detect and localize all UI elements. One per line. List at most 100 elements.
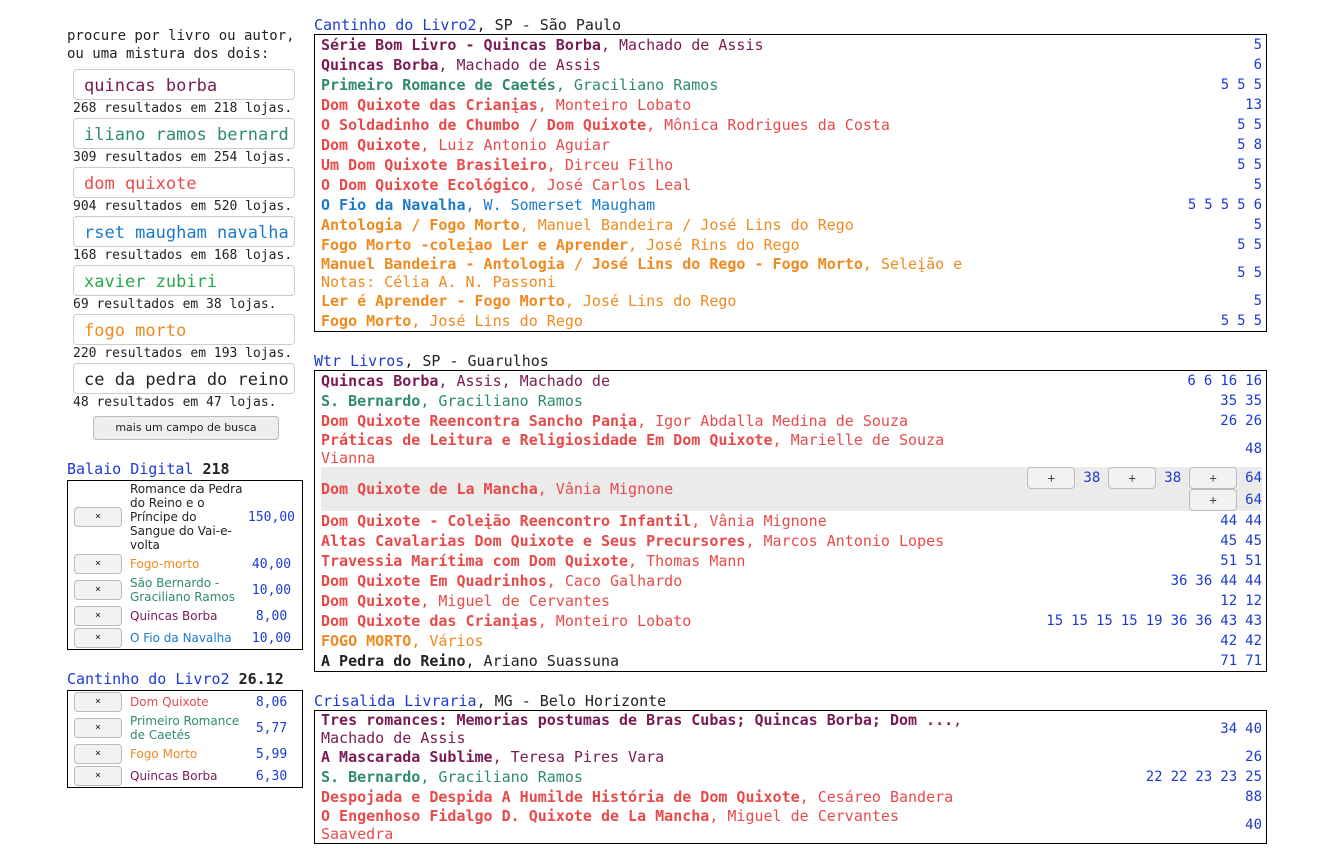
price-link[interactable]: 5 [1254,265,1262,281]
price-link[interactable]: 26 [1245,413,1262,429]
book-title[interactable]: S. Bernardo [321,768,420,786]
price-link[interactable]: 5 [1188,197,1196,213]
book-title[interactable]: Manuel Bandeira - Antologia / José Lins … [321,255,863,273]
add-to-cart-button[interactable]: + [1108,467,1157,489]
price-link[interactable]: 36 [1195,573,1212,589]
remove-item-button[interactable]: × [74,744,122,764]
price-link[interactable]: 42 [1220,633,1237,649]
book-title[interactable]: Dom Quixote [321,136,420,154]
price-link[interactable]: 64 [1245,492,1262,508]
price-link[interactable]: 6 [1187,373,1195,389]
add-to-cart-button[interactable]: + [1189,489,1238,511]
price-link[interactable]: 5 [1237,157,1245,173]
price-link[interactable]: 6 [1254,57,1262,73]
search-field[interactable]: iliano ramos bernard [73,118,295,149]
shop-link[interactable]: Wtr Livros [314,352,404,370]
remove-item-button[interactable]: × [74,766,122,786]
book-title[interactable]: Quincas Borba [321,56,438,74]
remove-item-button[interactable]: × [74,628,122,648]
search-field[interactable]: quincas borba [73,69,295,100]
price-link[interactable]: 48 [1245,441,1262,457]
shop-link[interactable]: Crisalida Livraria [314,692,477,710]
price-link[interactable]: 26 [1220,413,1237,429]
book-title[interactable]: A Mascarada Sublime [321,748,493,766]
add-to-cart-button[interactable]: + [1027,467,1076,489]
price-link[interactable]: 43 [1245,613,1262,629]
search-field[interactable]: fogo morto [73,314,295,345]
book-title[interactable]: Fogo Morto [321,312,411,330]
price-link[interactable]: 23 [1220,769,1237,785]
price-link[interactable]: 5 [1221,313,1229,329]
price-link[interactable]: 51 [1245,553,1262,569]
price-link[interactable]: 5 [1204,197,1212,213]
price-link[interactable]: 13 [1245,97,1262,113]
book-title[interactable]: O Soldadinho de Chumbo / Dom Quixote [321,116,646,134]
price-link[interactable]: 5 [1237,137,1245,153]
book-title[interactable]: Dom Quixote Em Quadrinhos [321,572,547,590]
search-field[interactable]: dom quixote [73,167,295,198]
search-field[interactable]: xavier zubiri [73,265,295,296]
book-title[interactable]: Dom Quixote - Coleįão Reencontro Infanti… [321,512,691,530]
shop-link[interactable]: Cantinho do Livro2 [314,16,477,34]
price-link[interactable]: 6 [1204,373,1212,389]
book-title[interactable]: Fogo Morto -coleįao Ler e Aprender [321,236,628,254]
price-link[interactable]: 5 [1254,77,1262,93]
book-title[interactable]: Tres romances: Memorias postumas de Bras… [321,711,953,729]
price-link[interactable]: 88 [1245,789,1262,805]
price-link[interactable]: 44 [1245,573,1262,589]
price-link[interactable]: 5 [1254,157,1262,173]
book-title[interactable]: O Dom Quixote Ecológico [321,176,529,194]
price-link[interactable]: 6 [1254,197,1262,213]
price-link[interactable]: 5 [1221,77,1229,93]
price-link[interactable]: 15 [1071,613,1088,629]
price-link[interactable]: 15 [1046,613,1063,629]
book-title[interactable]: Altas Cavalarias Dom Quixote e Seus Prec… [321,532,745,550]
price-link[interactable]: 12 [1245,593,1262,609]
book-title[interactable]: Um Dom Quixote Brasileiro [321,156,547,174]
cart-store-link[interactable]: Cantinho do Livro2 [67,670,230,688]
price-link[interactable]: 19 [1146,613,1163,629]
price-link[interactable]: 36 [1195,613,1212,629]
book-title[interactable]: Despojada e Despida A Humilde História d… [321,788,800,806]
price-link[interactable]: 5 [1254,293,1262,309]
price-link[interactable]: 15 [1096,613,1113,629]
price-link[interactable]: 5 [1237,197,1245,213]
price-link[interactable]: 40 [1245,721,1262,737]
add-to-cart-button[interactable]: + [1189,467,1238,489]
price-link[interactable]: 36 [1171,573,1188,589]
price-link[interactable]: 42 [1245,633,1262,649]
price-link[interactable]: 5 [1237,117,1245,133]
price-link[interactable]: 36 [1171,613,1188,629]
price-link[interactable]: 26 [1245,749,1262,765]
book-title[interactable]: Dom Quixote das Crianįas [321,612,538,630]
price-link[interactable]: 5 [1254,37,1262,53]
book-title[interactable]: FOGO MORTO [321,632,411,650]
price-link[interactable]: 22 [1171,769,1188,785]
book-title[interactable]: Ler é Aprender - Fogo Morto [321,292,565,310]
price-link[interactable]: 5 [1221,197,1229,213]
book-title[interactable]: A Pedra do Reino [321,652,466,670]
remove-item-button[interactable]: × [74,580,122,600]
remove-item-button[interactable]: × [74,507,122,527]
price-link[interactable]: 23 [1195,769,1212,785]
price-link[interactable]: 40 [1245,817,1262,833]
remove-item-button[interactable]: × [74,554,122,574]
price-link[interactable]: 25 [1245,769,1262,785]
price-link[interactable]: 5 [1254,217,1262,233]
price-link[interactable]: 34 [1220,721,1237,737]
price-link[interactable]: 43 [1220,613,1237,629]
price-link[interactable]: 5 [1237,237,1245,253]
price-link[interactable]: 38 [1164,470,1181,486]
book-title[interactable]: Série Bom Livro - Quincas Borba [321,36,601,54]
price-link[interactable]: 22 [1146,769,1163,785]
book-title[interactable]: O Engenhoso Fidalgo D. Quixote de La Man… [321,807,709,825]
book-title[interactable]: S. Bernardo [321,392,420,410]
search-field[interactable]: ce da pedra do reino [73,363,295,394]
price-link[interactable]: 16 [1245,373,1262,389]
price-link[interactable]: 5 [1254,313,1262,329]
price-link[interactable]: 64 [1245,470,1262,486]
price-link[interactable]: 44 [1245,513,1262,529]
price-link[interactable]: 38 [1083,470,1100,486]
cart-store-link[interactable]: Balaio Digital [67,460,193,478]
remove-item-button[interactable]: × [74,606,122,626]
